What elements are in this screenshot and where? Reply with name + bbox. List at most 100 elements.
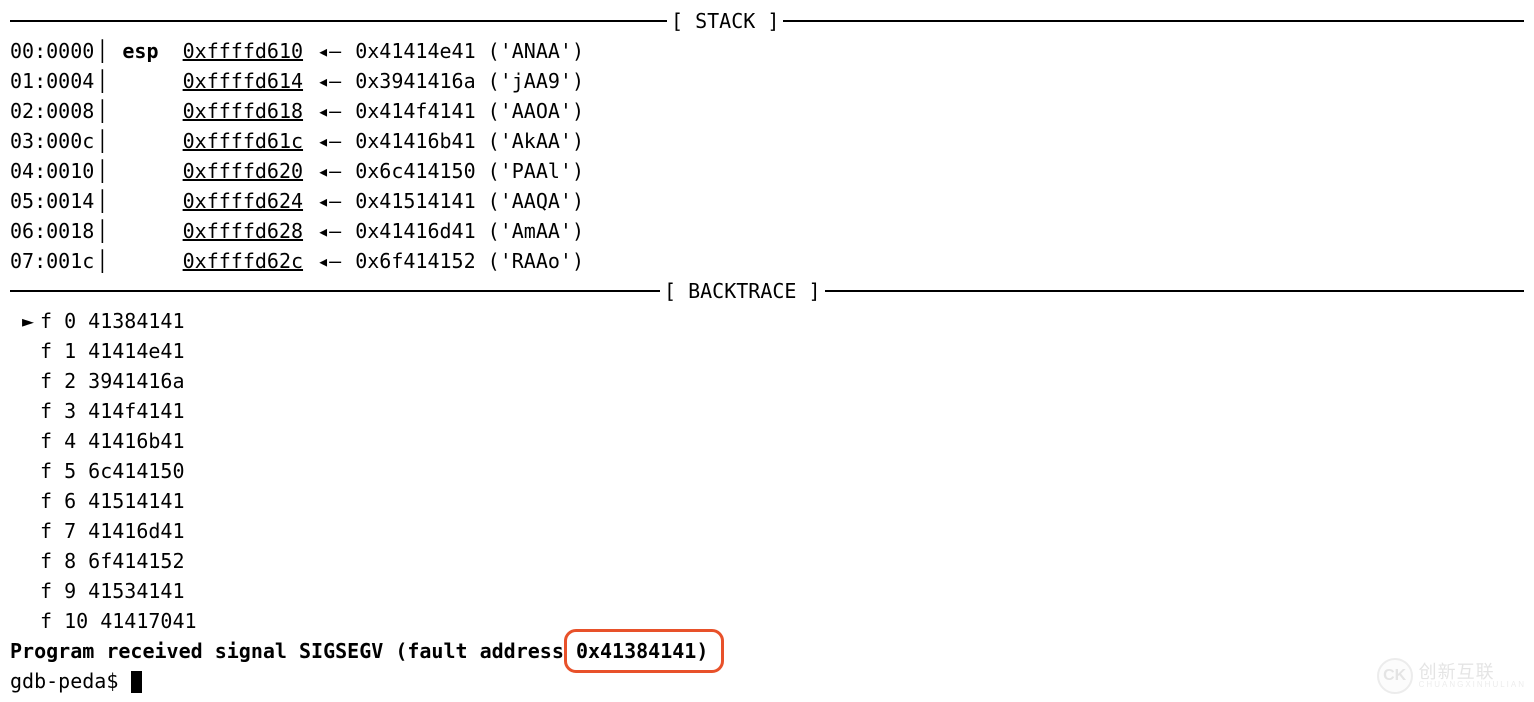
backtrace-address: 41514141: [88, 489, 184, 513]
stack-ascii: ('jAA9'): [488, 66, 584, 96]
backtrace-section-label: [ BACKTRACE ]: [660, 276, 825, 306]
stack-value: 0x3941416a: [355, 66, 475, 96]
backtrace-pointer-icon: [10, 366, 40, 396]
vertical-bar-icon: │: [94, 36, 110, 66]
stack-ascii: ('AAOA'): [488, 96, 584, 126]
stack-offset: 07:001c: [10, 246, 94, 276]
stack-register: [122, 66, 158, 96]
stack-row: 06:0018│ 0xffffd628 ◂— 0x41416d41 ('AmAA…: [10, 216, 1524, 246]
stack-value: 0x41416b41: [355, 126, 475, 156]
backtrace-frame: f 5: [40, 459, 76, 483]
backtrace-row: f 7 41416d41: [10, 516, 1524, 546]
left-arrow-icon: ◂—: [303, 216, 355, 246]
watermark-text-block: 创新互联 CHUANGXINHULIAN: [1419, 663, 1526, 689]
backtrace-frame: f 1: [40, 339, 76, 363]
backtrace-address: 41416b41: [88, 429, 184, 453]
backtrace-pointer-icon: [10, 516, 40, 546]
backtrace-address: 41416d41: [88, 519, 184, 543]
stack-offset: 02:0008: [10, 96, 94, 126]
backtrace-frame: f 7: [40, 519, 76, 543]
backtrace-pointer-icon: [10, 546, 40, 576]
backtrace-row: ► f 0 41384141: [10, 306, 1524, 336]
stack-register: [122, 96, 158, 126]
stack-value: 0x41414e41: [355, 36, 475, 66]
backtrace-address: 414f4141: [88, 399, 184, 423]
prompt-line[interactable]: gdb-peda$: [10, 666, 1524, 696]
backtrace-pointer-icon: [10, 486, 40, 516]
left-arrow-icon: ◂—: [303, 126, 355, 156]
backtrace-pointer-icon: [10, 426, 40, 456]
stack-row: 02:0008│ 0xffffd618 ◂— 0x414f4141 ('AAOA…: [10, 96, 1524, 126]
vertical-bar-icon: │: [94, 126, 110, 156]
backtrace-row: f 10 41417041: [10, 606, 1524, 636]
backtrace-pointer-icon: [10, 576, 40, 606]
stack-section-label: [ STACK ]: [667, 6, 783, 36]
stack-address: 0xffffd620: [183, 156, 303, 186]
backtrace-row: f 1 41414e41: [10, 336, 1524, 366]
signal-message-line: Program received signal SIGSEGV (fault a…: [10, 636, 708, 666]
stack-ascii: ('ANAA'): [488, 36, 584, 66]
backtrace-row: f 2 3941416a: [10, 366, 1524, 396]
stack-value: 0x41514141: [355, 186, 475, 216]
stack-offset: 04:0010: [10, 156, 94, 186]
left-arrow-icon: ◂—: [303, 96, 355, 126]
backtrace-frame: f 3: [40, 399, 76, 423]
backtrace-frame: f 2: [40, 369, 76, 393]
stack-offset: 00:0000: [10, 36, 94, 66]
stack-address: 0xffffd618: [183, 96, 303, 126]
stack-row: 03:000c│ 0xffffd61c ◂— 0x41416b41 ('AkAA…: [10, 126, 1524, 156]
vertical-bar-icon: │: [94, 186, 110, 216]
stack-register: [122, 216, 158, 246]
backtrace-row: f 8 6f414152: [10, 546, 1524, 576]
stack-container: 00:0000│ esp 0xffffd610 ◂— 0x41414e41 ('…: [10, 36, 1524, 276]
stack-ascii: ('AAQA'): [488, 186, 584, 216]
stack-offset: 01:0004: [10, 66, 94, 96]
stack-value: 0x41416d41: [355, 216, 475, 246]
backtrace-row: f 6 41514141: [10, 486, 1524, 516]
stack-ascii: ('AmAA'): [488, 216, 584, 246]
backtrace-address: 41417041: [100, 609, 196, 633]
backtrace-address: 3941416a: [88, 369, 184, 393]
backtrace-pointer-icon: [10, 336, 40, 366]
prompt-text: gdb-peda$: [10, 669, 130, 693]
stack-row: 00:0000│ esp 0xffffd610 ◂— 0x41414e41 ('…: [10, 36, 1524, 66]
watermark-sub-text: CHUANGXINHULIAN: [1419, 681, 1526, 689]
stack-register: [122, 246, 158, 276]
left-arrow-icon: ◂—: [303, 156, 355, 186]
stack-row: 05:0014│ 0xffffd624 ◂— 0x41514141 ('AAQA…: [10, 186, 1524, 216]
watermark: CK 创新互联 CHUANGXINHULIAN: [1377, 658, 1526, 694]
stack-section-divider: [ STACK ]: [10, 6, 1524, 36]
backtrace-address: 41384141: [88, 309, 184, 333]
stack-address: 0xffffd628: [183, 216, 303, 246]
stack-ascii: ('RAAo'): [488, 246, 584, 276]
vertical-bar-icon: │: [94, 156, 110, 186]
stack-address: 0xffffd62c: [183, 246, 303, 276]
stack-ascii: ('AkAA'): [488, 126, 584, 156]
backtrace-pointer-icon: [10, 606, 40, 636]
watermark-badge-text: CK: [1383, 664, 1406, 688]
stack-value: 0x414f4141: [355, 96, 475, 126]
backtrace-frame: f 10: [40, 609, 88, 633]
stack-address: 0xffffd610: [183, 36, 303, 66]
left-arrow-icon: ◂—: [303, 36, 355, 66]
stack-register: esp: [122, 36, 158, 66]
vertical-bar-icon: │: [94, 216, 110, 246]
backtrace-frame: f 0: [40, 309, 76, 333]
watermark-main-text: 创新互联: [1419, 663, 1526, 681]
stack-ascii: ('PAAl'): [488, 156, 584, 186]
backtrace-row: f 3 414f4141: [10, 396, 1524, 426]
signal-prefix: Program received signal SIGSEGV (fault a…: [10, 639, 576, 663]
backtrace-row: f 4 41416b41: [10, 426, 1524, 456]
stack-offset: 05:0014: [10, 186, 94, 216]
left-arrow-icon: ◂—: [303, 186, 355, 216]
backtrace-pointer-icon: ►: [10, 306, 40, 336]
vertical-bar-icon: │: [94, 96, 110, 126]
stack-address: 0xffffd624: [183, 186, 303, 216]
backtrace-frame: f 4: [40, 429, 76, 453]
stack-register: [122, 186, 158, 216]
signal-suffix: ): [696, 639, 708, 663]
cursor-icon: [131, 671, 142, 693]
stack-address: 0xffffd61c: [183, 126, 303, 156]
stack-offset: 03:000c: [10, 126, 94, 156]
stack-address: 0xffffd614: [183, 66, 303, 96]
